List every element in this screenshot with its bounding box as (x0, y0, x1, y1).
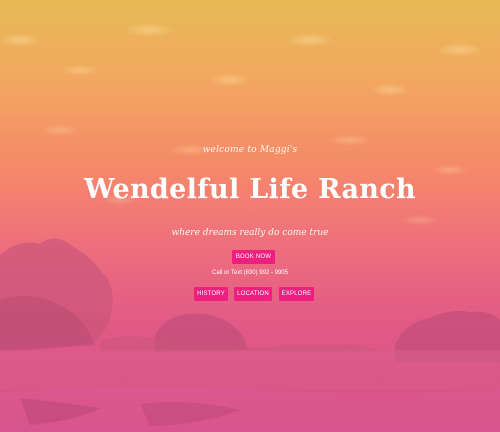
explore-button[interactable]: EXPLORE (279, 287, 314, 301)
hero-content: welcome to Maggi's Wendelful Life Ranch … (0, 0, 500, 432)
contact-text: Call or Text (830) 992 - 9905 (212, 270, 288, 276)
welcome-text: welcome to Maggi's (202, 145, 298, 155)
history-button[interactable]: HISTORY (194, 287, 228, 301)
tagline: where dreams really do come true (171, 228, 329, 238)
page-title: Wendelful Life Ranch (84, 174, 416, 205)
book-now-button[interactable]: BOOK NOW (232, 250, 275, 264)
location-button[interactable]: LOCATION (234, 287, 272, 301)
